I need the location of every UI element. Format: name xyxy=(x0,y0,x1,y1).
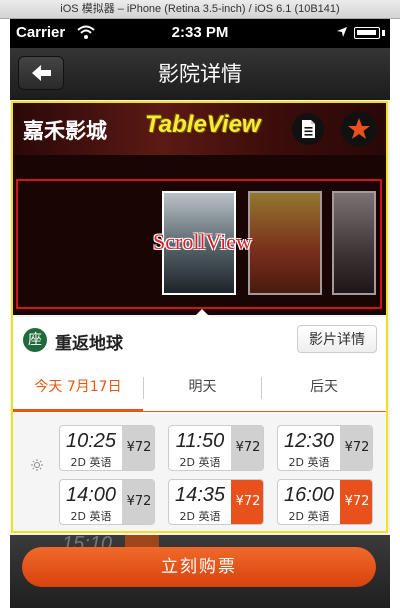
simulator-title: iOS 模拟器 – iPhone (Retina 3.5-inch) / iOS… xyxy=(0,0,400,19)
navigation-bar: 影院详情 xyxy=(10,48,390,100)
buy-ticket-button[interactable]: 立刻购票 xyxy=(22,547,376,587)
tableview-annotation-frame xyxy=(11,101,388,533)
battery-icon xyxy=(354,27,380,39)
page-title: 影院详情 xyxy=(158,62,242,86)
status-bar: Carrier 2:33 PM xyxy=(10,19,390,48)
back-arrow-icon xyxy=(32,65,51,81)
device-screen: Carrier 2:33 PM 影院详情 嘉禾影城 TableView Scro… xyxy=(10,19,390,608)
bottom-bar: 15:10 立刻购票 xyxy=(10,533,390,608)
battery-tip xyxy=(382,30,385,36)
status-time: 2:33 PM xyxy=(171,24,229,41)
back-button[interactable] xyxy=(18,56,64,90)
location-arrow-icon xyxy=(337,27,347,37)
